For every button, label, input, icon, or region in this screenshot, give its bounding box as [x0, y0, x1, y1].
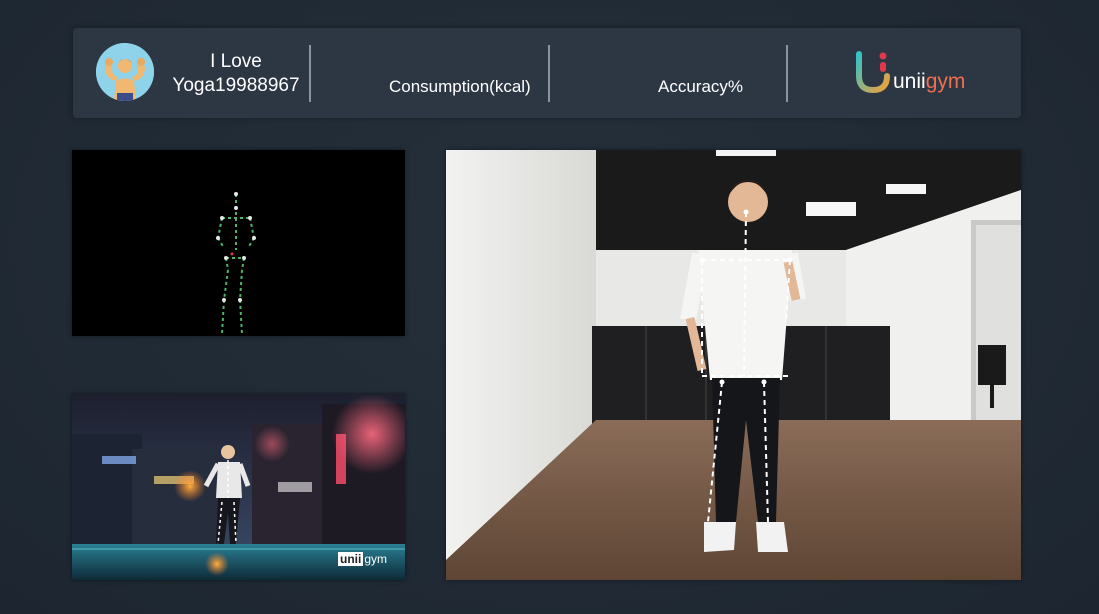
live-camera-feed [446, 150, 1021, 580]
skeleton-tracking-figure [216, 192, 256, 335]
divider [309, 45, 311, 102]
brand-name: uniigym [893, 70, 965, 94]
brand-logo: uniigym [853, 48, 973, 98]
game-scene-panel: unii gym [72, 394, 405, 580]
camera-feed-panel [446, 150, 1021, 580]
avatar[interactable] [96, 43, 154, 101]
app-screen: I Love Yoga19988967 Consumption(kcal) Ac… [0, 0, 1099, 614]
user-name-line1: I Love [210, 51, 262, 72]
game-logo-suffix: gym [364, 552, 387, 566]
game-brand-logo: unii gym [338, 552, 387, 566]
accuracy-label: Accuracy% [658, 77, 744, 96]
divider [548, 45, 550, 102]
muscle-man-avatar-icon [96, 43, 154, 101]
uniigym-logo-icon [856, 51, 890, 94]
user-name-line2: Yoga19988967 [172, 75, 300, 96]
user-name: I Love Yoga19988967 [161, 50, 311, 98]
brand-name-prefix: unii [893, 70, 926, 93]
brand-name-suffix: gym [925, 70, 966, 93]
game-logo-box: unii [338, 552, 364, 566]
skeleton-tracking-panel [72, 150, 405, 336]
consumption-label: Consumption(kcal) [389, 77, 531, 96]
divider [786, 45, 788, 102]
header-bar: I Love Yoga19988967 Consumption(kcal) Ac… [73, 28, 1021, 118]
